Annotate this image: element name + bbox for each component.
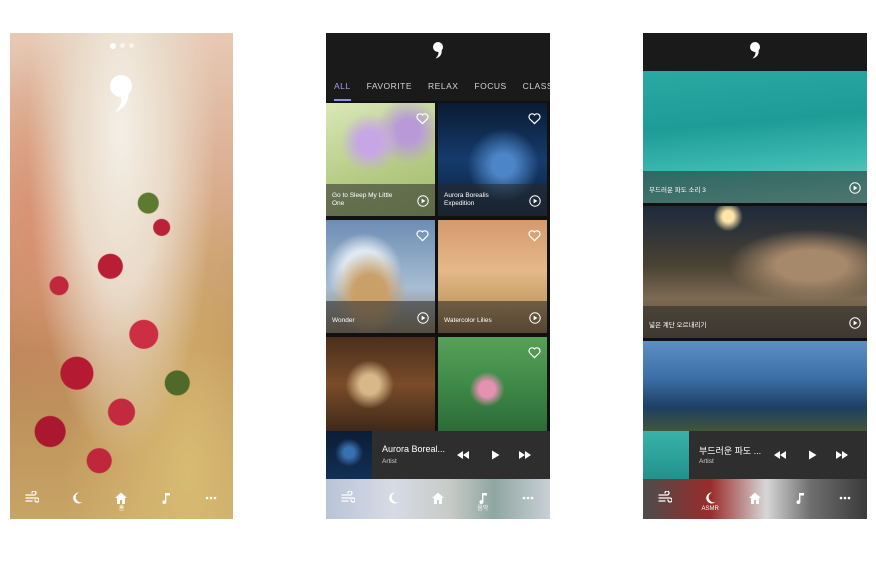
- moon-icon: [389, 491, 399, 503]
- fast-forward-icon[interactable]: [518, 448, 532, 462]
- comma-logo-icon: [750, 42, 760, 59]
- player-title: 부드러운 파도 ...: [699, 446, 762, 456]
- asmr-tile[interactable]: [643, 341, 867, 436]
- tab-relax[interactable]: RELAX: [420, 71, 466, 101]
- nav-item-music[interactable]: 음악: [469, 486, 497, 516]
- music-tile[interactable]: Watercolor Lilies: [438, 220, 547, 333]
- nav-item-more[interactable]: [197, 486, 225, 516]
- nav-item-home[interactable]: [424, 486, 452, 516]
- player-thumbnail: [326, 431, 372, 479]
- heart-icon[interactable]: [528, 346, 541, 359]
- top-bar: [643, 33, 867, 71]
- wind-icon: [658, 490, 673, 503]
- comma-logo-icon: [433, 42, 443, 59]
- tile-title: Watercolor Lilies: [444, 317, 492, 324]
- heart-icon[interactable]: [528, 112, 541, 125]
- category-tabs: ALL FAVORITE RELAX FOCUS CLASS: [326, 71, 550, 101]
- nav-label-asmr: ASMR: [701, 505, 719, 512]
- player-thumbnail: [643, 431, 689, 479]
- more-icon: [839, 496, 850, 499]
- nav-item-sleep[interactable]: [379, 486, 407, 516]
- more-icon: [205, 496, 216, 499]
- home-icon: [115, 492, 128, 504]
- music-tile[interactable]: [326, 337, 435, 432]
- tile-title: 넓은 계단 오르내리기: [649, 322, 707, 329]
- play-circle-icon[interactable]: [529, 312, 541, 324]
- nav-label-home: 홈: [118, 505, 125, 512]
- top-bar: [326, 33, 550, 71]
- home-icon: [431, 492, 444, 504]
- more-icon: [522, 496, 533, 499]
- tile-title: Aurora Borealis Expedition: [444, 192, 489, 207]
- wind-icon: [25, 490, 40, 503]
- nav-item-wind[interactable]: [651, 486, 679, 516]
- heart-icon[interactable]: [416, 229, 429, 242]
- nav-item-sleep[interactable]: [63, 486, 91, 516]
- nav-item-sleep[interactable]: ASMR: [696, 486, 724, 516]
- page-dot-active[interactable]: [109, 42, 116, 49]
- tile-title: Wonder: [332, 317, 355, 324]
- heart-icon[interactable]: [528, 229, 541, 242]
- music-tile[interactable]: [438, 337, 547, 432]
- play-circle-icon[interactable]: [417, 312, 429, 324]
- phone-screen-asmr-list: 부드러운 파도 소리 3 넓은 계단 오르내리기 부드러운 파도 ... Art…: [643, 33, 867, 519]
- phone-screen-music-list: ALL FAVORITE RELAX FOCUS CLASS Go to Sle…: [326, 33, 550, 519]
- moon-icon: [706, 491, 716, 503]
- player-title: Aurora Boreal...: [382, 444, 446, 454]
- mini-player[interactable]: Aurora Boreal... Artist: [326, 431, 550, 479]
- play-circle-icon[interactable]: [849, 317, 861, 329]
- player-artist: Artist: [382, 458, 397, 465]
- music-note-icon: [479, 492, 487, 504]
- nav-item-wind[interactable]: [334, 486, 362, 516]
- comma-logo-icon: [110, 75, 132, 112]
- tile-title: 부드러운 파도 소리 3: [649, 187, 706, 194]
- play-icon[interactable]: [488, 448, 502, 462]
- asmr-tile[interactable]: 넓은 계단 오르내리기: [643, 206, 867, 338]
- play-icon[interactable]: [805, 448, 819, 462]
- tab-all[interactable]: ALL: [326, 71, 359, 101]
- rewind-icon[interactable]: [456, 448, 470, 462]
- play-circle-icon[interactable]: [849, 182, 861, 194]
- play-circle-icon[interactable]: [529, 195, 541, 207]
- nav-item-home[interactable]: [741, 486, 769, 516]
- tab-favorite[interactable]: FAVORITE: [359, 71, 420, 101]
- page-indicator: [109, 42, 134, 49]
- nav-item-music[interactable]: [786, 486, 814, 516]
- mini-player[interactable]: 부드러운 파도 ... Artist: [643, 431, 867, 479]
- bottom-nav: 홈: [10, 483, 233, 519]
- tab-focus[interactable]: FOCUS: [466, 71, 514, 101]
- heart-icon[interactable]: [416, 112, 429, 125]
- nav-item-wind[interactable]: [18, 486, 46, 516]
- nav-item-home[interactable]: 홈: [107, 486, 135, 516]
- music-note-icon: [796, 492, 804, 504]
- page-dot[interactable]: [128, 43, 134, 48]
- rewind-icon[interactable]: [773, 448, 787, 462]
- page-dot[interactable]: [119, 43, 125, 48]
- nav-label-music: 음악: [477, 505, 489, 512]
- tab-class[interactable]: CLASS: [515, 71, 550, 101]
- music-note-icon: [162, 492, 171, 504]
- fast-forward-icon[interactable]: [835, 448, 849, 462]
- nav-item-more[interactable]: [831, 486, 859, 516]
- play-circle-icon[interactable]: [417, 195, 429, 207]
- asmr-tile[interactable]: 부드러운 파도 소리 3: [643, 71, 867, 203]
- tile-title: Go to Sleep My Little One: [332, 192, 393, 207]
- bottom-nav: ASMR: [643, 483, 867, 519]
- nav-item-music[interactable]: [152, 486, 180, 516]
- nav-item-more[interactable]: [514, 486, 542, 516]
- music-tile[interactable]: Aurora Borealis Expedition: [438, 103, 547, 216]
- music-tile[interactable]: Go to Sleep My Little One: [326, 103, 435, 216]
- player-artist: Artist: [699, 458, 714, 465]
- wind-icon: [341, 490, 356, 503]
- music-tile[interactable]: Wonder: [326, 220, 435, 333]
- moon-icon: [73, 491, 83, 503]
- bottom-nav: 음악: [326, 483, 550, 519]
- home-icon: [748, 492, 761, 504]
- phone-screen-onboarding: 홈: [10, 33, 233, 519]
